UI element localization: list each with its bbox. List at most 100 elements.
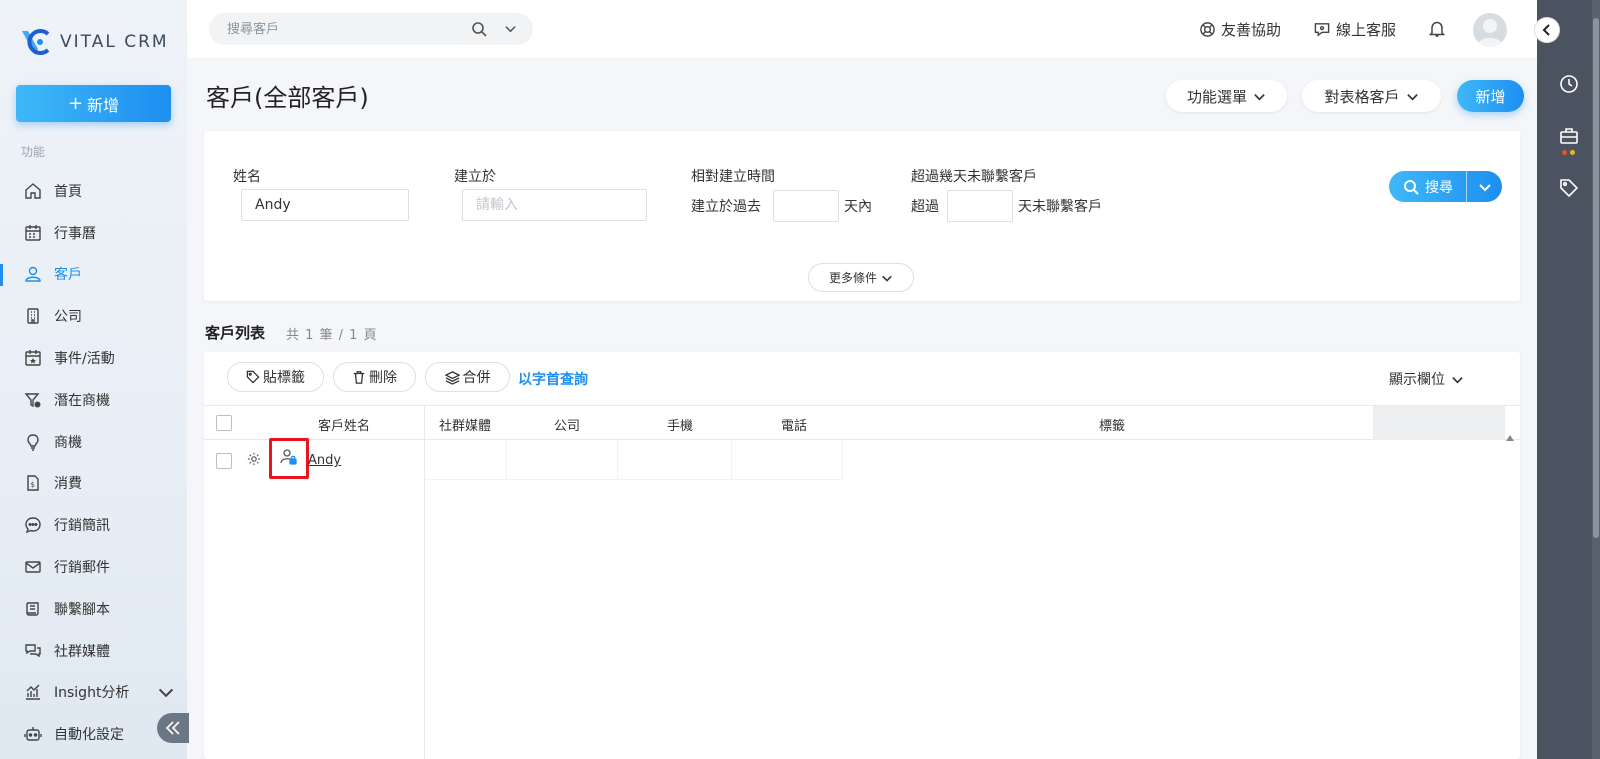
global-search[interactable]: [209, 13, 533, 45]
sidebar-item-label: 消費: [54, 476, 82, 493]
chevron-down-icon[interactable]: [504, 22, 517, 35]
tag-button[interactable]: 貼標籤: [227, 362, 324, 392]
search-icon[interactable]: [471, 21, 487, 37]
sidebar-item-company[interactable]: 公司: [0, 295, 187, 337]
sidebar-item-events[interactable]: 事件/活動: [0, 337, 187, 379]
sidebar-item-label: 社群媒體: [54, 643, 110, 660]
sidebar-item-email[interactable]: 行銷郵件: [0, 546, 187, 588]
list-title: 客戶列表: [205, 324, 266, 342]
customer-list: 貼標籤 刪除 合併 以字首查詢 顯示欄位 客戶姓名 社群媒體 公司 手機 電話 …: [204, 352, 1520, 759]
customer-name-link[interactable]: Andy: [308, 453, 341, 468]
chevron-down-icon: [1452, 376, 1463, 383]
highlight-box: [269, 438, 309, 479]
gear-icon[interactable]: [247, 452, 261, 466]
support-link[interactable]: 線上客服: [1313, 19, 1396, 40]
panel-collapse-button[interactable]: [1534, 17, 1560, 43]
function-menu-button[interactable]: 功能選單: [1166, 80, 1287, 112]
sidebar-new-button[interactable]: + 新增: [16, 85, 171, 122]
column-header-company[interactable]: 公司: [554, 415, 580, 434]
sidebar-item-calendar[interactable]: 行事曆: [0, 212, 187, 254]
show-columns-button[interactable]: 顯示欄位: [1389, 369, 1464, 389]
cell-company: [507, 440, 618, 480]
chat-icon: [25, 643, 41, 657]
select-all-checkbox[interactable]: [216, 415, 232, 431]
delete-button[interactable]: 刪除: [333, 362, 416, 392]
alphabet-query-link[interactable]: 以字首查詢: [518, 369, 588, 389]
search-button-main[interactable]: 搜尋: [1389, 171, 1466, 202]
uncontacted-days-input[interactable]: [947, 190, 1013, 222]
bell-icon[interactable]: [1429, 20, 1445, 38]
avatar[interactable]: [1473, 13, 1507, 47]
sidebar-item-insight[interactable]: Insight分析: [0, 672, 187, 714]
clock-icon[interactable]: [1559, 74, 1579, 94]
sidebar-item-leads[interactable]: 潛在商機: [0, 379, 187, 421]
logo-mark-icon: [18, 25, 52, 59]
sidebar-item-sms[interactable]: 行銷簡訊: [0, 504, 187, 546]
sidebar-collapse-button[interactable]: [157, 713, 189, 743]
sidebar-item-label: 商機: [54, 434, 82, 451]
name-filter-input[interactable]: [241, 189, 409, 221]
sidebar-item-label: 潛在商機: [54, 392, 110, 409]
sidebar-new-label: 新增: [87, 95, 120, 115]
briefcase-icon[interactable]: [1559, 126, 1579, 146]
receipt-icon: $: [27, 475, 39, 492]
column-header-tags[interactable]: 標籤: [1099, 415, 1125, 434]
relative-days-input[interactable]: [773, 190, 839, 222]
column-header-name[interactable]: 客戶姓名: [318, 415, 370, 434]
tag-button-label: 貼標籤: [263, 370, 305, 386]
sidebar-item-social[interactable]: 社群媒體: [0, 630, 187, 672]
sidebar-item-opportunities[interactable]: 商機: [0, 421, 187, 463]
relative-time-suffix: 天內: [844, 199, 872, 215]
relative-time-label: 相對建立時間: [691, 169, 775, 185]
search-options-toggle[interactable]: [1466, 171, 1502, 202]
more-conditions-label: 更多條件: [828, 271, 877, 285]
svg-text:$: $: [31, 481, 35, 489]
search-input[interactable]: [227, 21, 457, 37]
sidebar-item-label: 公司: [54, 309, 82, 326]
right-rail-scrollbar[interactable]: [1592, 0, 1600, 759]
scroll-up-icon[interactable]: [1506, 434, 1514, 442]
lifebuoy-icon: [1200, 22, 1215, 37]
search-button[interactable]: 搜尋: [1389, 171, 1502, 202]
help-link[interactable]: 友善協助: [1199, 19, 1281, 40]
column-header-phone[interactable]: 電話: [781, 415, 807, 434]
sidebar-item-label: 行銷郵件: [54, 560, 110, 577]
support-label: 線上客服: [1336, 21, 1397, 39]
column-header-social[interactable]: 社群媒體: [439, 415, 491, 434]
header-new-button[interactable]: 新增: [1457, 80, 1524, 112]
merge-button[interactable]: 合併: [425, 362, 510, 392]
more-conditions-button[interactable]: 更多條件: [808, 263, 914, 292]
chevron-down-icon: [1478, 183, 1491, 191]
chevron-down-icon: [1254, 93, 1265, 100]
home-icon: [25, 182, 41, 199]
created-filter-input[interactable]: [462, 189, 647, 221]
list-count: 共 1 筆 / 1 頁: [286, 328, 378, 343]
sidebar-item-label: Insight分析: [54, 685, 130, 702]
sidebar-item-label: 行銷簡訊: [54, 518, 110, 535]
table-customers-button[interactable]: 對表格客戶: [1302, 80, 1441, 112]
sidebar-item-home[interactable]: 首頁: [0, 170, 187, 212]
calendar-icon: [25, 224, 41, 241]
sidebar-item-label: 行事曆: [54, 225, 96, 242]
chevron-left-icon: [1542, 24, 1550, 36]
support-chat-icon: [1314, 23, 1330, 37]
logo[interactable]: VITAL CRM: [18, 24, 169, 60]
sidebar-item-scripts[interactable]: 聯繫腳本: [0, 588, 187, 630]
sidebar-nav: 首頁 行事曆 客戶 公司 事件/活動 潛在商機 商機 $ 消費 行銷簡訊 行銷郵…: [0, 170, 187, 755]
sidebar-item-customers[interactable]: 客戶: [0, 254, 187, 296]
sidebar: VITAL CRM + 新增 功能 首頁 行事曆 客戶 公司 事件/活動 潛在商…: [0, 0, 189, 759]
script-icon: [26, 602, 39, 616]
column-header-mobile[interactable]: 手機: [667, 415, 693, 434]
trash-icon: [353, 371, 365, 384]
delete-button-label: 刪除: [369, 370, 397, 386]
sidebar-item-label: 事件/活動: [54, 351, 115, 368]
sidebar-item-label: 客戶: [54, 267, 82, 284]
status-dot: [1562, 150, 1567, 155]
section-label: 功能: [21, 145, 46, 159]
sidebar-item-purchases[interactable]: $ 消費: [0, 463, 187, 505]
tag-icon[interactable]: [1559, 178, 1579, 198]
row-checkbox[interactable]: [216, 453, 232, 469]
merge-button-label: 合併: [462, 370, 491, 386]
chevron-down-icon: [158, 689, 174, 698]
header-filler: [1373, 406, 1505, 440]
